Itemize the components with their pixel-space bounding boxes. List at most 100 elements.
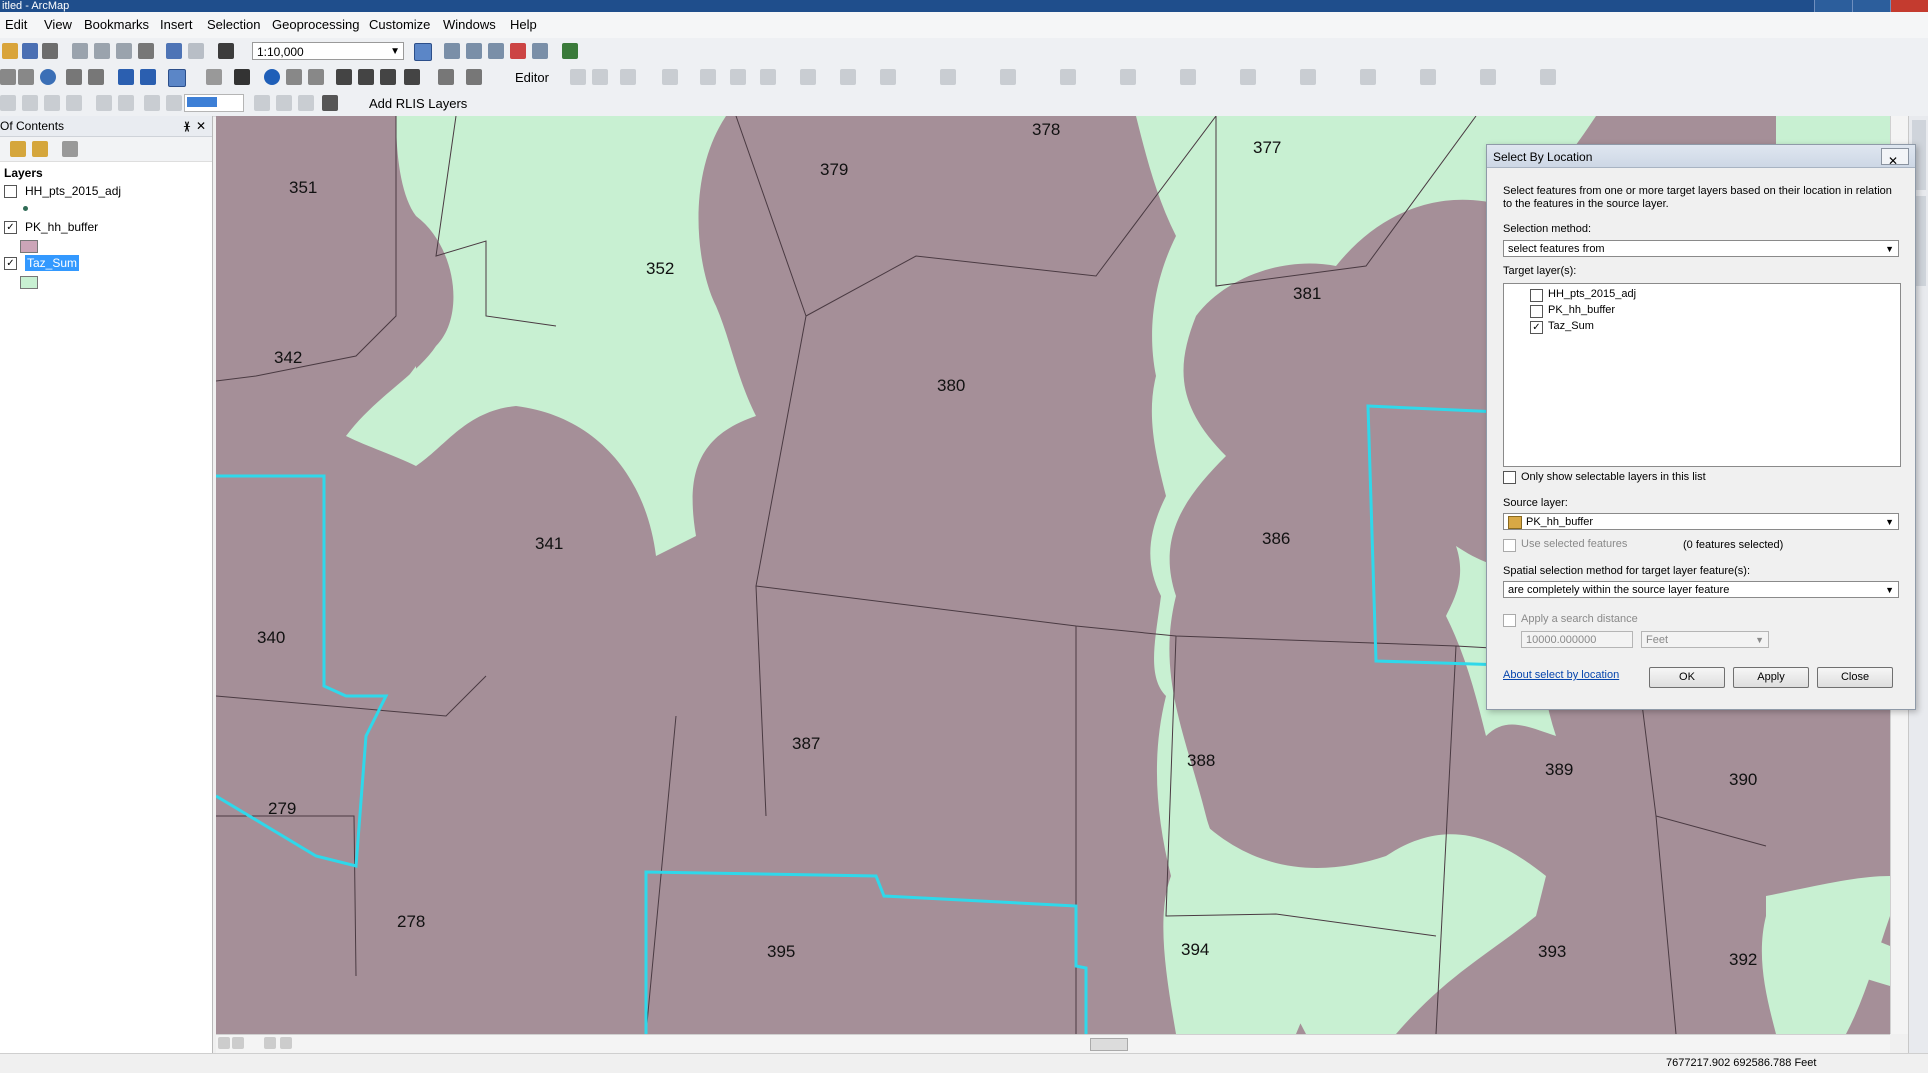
clear-selection-icon[interactable] xyxy=(206,69,222,85)
menu-view[interactable]: View xyxy=(44,17,72,32)
zoom-whole-page-icon[interactable] xyxy=(66,95,82,111)
data-view-icon[interactable] xyxy=(218,1037,230,1049)
search-window-icon[interactable] xyxy=(488,43,504,59)
paste-icon[interactable] xyxy=(116,43,132,59)
use-selected-features-checkbox[interactable] xyxy=(1503,539,1516,552)
layout-zoom-combo[interactable] xyxy=(184,94,244,112)
fixed-zoom-in-icon[interactable] xyxy=(66,69,82,85)
table-of-contents-icon[interactable] xyxy=(444,43,460,59)
advanced-editing-icon[interactable] xyxy=(1060,69,1076,85)
editor-toolbar-icon[interactable] xyxy=(414,43,432,61)
layer-visibility-checkbox[interactable]: ✓ xyxy=(4,221,17,235)
menu-insert[interactable]: Insert xyxy=(160,17,193,32)
close-icon[interactable]: ✕ xyxy=(196,116,206,136)
target-layer-checkbox[interactable] xyxy=(1530,305,1543,318)
map-horizontal-scrollbar[interactable] xyxy=(216,1034,1890,1053)
zoom-in-icon[interactable] xyxy=(0,69,16,85)
layers-group[interactable]: Layers xyxy=(4,166,43,180)
target-layers-list[interactable]: HH_pts_2015_adj PK_hh_buffer ✓ Taz_Sum xyxy=(1503,283,1901,467)
horizontal-scroll-thumb[interactable] xyxy=(1090,1038,1128,1051)
menu-help[interactable]: Help xyxy=(510,17,537,32)
layout-view-icon[interactable] xyxy=(232,1037,244,1049)
layout-zoom-out-icon[interactable] xyxy=(22,95,38,111)
model-builder-icon[interactable] xyxy=(562,43,578,59)
dialog-close-button[interactable]: ✕ xyxy=(1881,148,1909,168)
georeferencing-icon[interactable] xyxy=(1000,69,1016,85)
menu-customize[interactable]: Customize xyxy=(369,17,430,32)
edit-tool-icon[interactable] xyxy=(570,69,586,85)
redo-icon[interactable] xyxy=(188,43,204,59)
add-data-icon[interactable] xyxy=(218,43,234,59)
map-scale-combo[interactable]: 1:10,000 ▼ xyxy=(252,42,404,60)
editor-menu[interactable]: Editor xyxy=(515,70,549,85)
layer-visibility-checkbox[interactable] xyxy=(4,185,17,199)
catalog-icon[interactable] xyxy=(466,43,482,59)
network-analyst-icon[interactable] xyxy=(1300,69,1316,85)
find-route-icon[interactable] xyxy=(380,69,396,85)
straight-segment-icon[interactable] xyxy=(620,69,636,85)
pause-drawing-icon[interactable] xyxy=(280,1037,292,1049)
select-features-icon[interactable] xyxy=(168,69,186,87)
list-by-drawing-order-icon[interactable] xyxy=(10,141,26,157)
data-driven-pages-icon[interactable] xyxy=(322,95,338,111)
maximize-button[interactable] xyxy=(1852,0,1891,12)
cut-icon[interactable] xyxy=(72,43,88,59)
pan-icon[interactable] xyxy=(18,69,34,85)
fixed-zoom-icon[interactable] xyxy=(96,95,112,111)
target-layer-checkbox[interactable]: ✓ xyxy=(1530,321,1543,334)
menu-bookmarks[interactable]: Bookmarks xyxy=(84,17,149,32)
time-slider-icon[interactable] xyxy=(438,69,454,85)
cogo-icon[interactable] xyxy=(1240,69,1256,85)
menu-windows[interactable]: Windows xyxy=(443,17,496,32)
sketch-tool-icon[interactable] xyxy=(662,69,678,85)
toggle-draft-icon[interactable] xyxy=(254,95,270,111)
attributes-icon[interactable] xyxy=(800,69,816,85)
fixed-zoom-out-icon[interactable] xyxy=(88,69,104,85)
undo-icon[interactable] xyxy=(166,43,182,59)
sketch-properties-icon[interactable] xyxy=(840,69,856,85)
dialog-close-btn[interactable]: Close xyxy=(1817,667,1893,688)
select-elements-icon[interactable] xyxy=(234,69,250,85)
target-layer-checkbox[interactable] xyxy=(1530,289,1543,302)
toc-layer-taz-sum[interactable]: ✓ Taz_Sum xyxy=(4,255,80,271)
find-icon[interactable] xyxy=(358,69,374,85)
animation-icon[interactable] xyxy=(1540,69,1556,85)
source-layer-select[interactable]: PK_hh_buffer ▼ xyxy=(1503,513,1899,530)
parcel-editor-icon[interactable] xyxy=(1180,69,1196,85)
utility-network-icon[interactable] xyxy=(1420,69,1436,85)
spatial-adjustment-icon[interactable] xyxy=(1120,69,1136,85)
menu-edit[interactable]: Edit xyxy=(5,17,27,32)
pin-icon[interactable]: ᚕ xyxy=(184,116,190,136)
html-popup-icon[interactable] xyxy=(308,69,324,85)
back-extent-icon[interactable] xyxy=(118,69,134,85)
toc-layer-pk-hh-buffer[interactable]: ✓ PK_hh_buffer xyxy=(4,220,98,235)
about-select-by-location-link[interactable]: About select by location xyxy=(1503,669,1619,681)
focus-data-frame-icon[interactable] xyxy=(276,95,292,111)
hyperlink-icon[interactable] xyxy=(286,69,302,85)
copy-icon[interactable] xyxy=(94,43,110,59)
ok-button[interactable]: OK xyxy=(1649,667,1725,688)
tracking-icon[interactable] xyxy=(1360,69,1376,85)
raster-tools-icon[interactable] xyxy=(1480,69,1496,85)
split-tool-icon[interactable] xyxy=(730,69,746,85)
menu-selection[interactable]: Selection xyxy=(207,17,260,32)
list-by-source-icon[interactable] xyxy=(32,141,48,157)
zoom-100-icon[interactable] xyxy=(118,95,134,111)
topology-icon[interactable] xyxy=(940,69,956,85)
layout-pan-icon[interactable] xyxy=(44,95,60,111)
python-window-icon[interactable] xyxy=(532,43,548,59)
menu-geoprocessing[interactable]: Geoprocessing xyxy=(272,17,359,32)
identify-icon[interactable] xyxy=(264,69,280,85)
measure-icon[interactable] xyxy=(336,69,352,85)
selection-method-select[interactable]: select features from ▼ xyxy=(1503,240,1899,257)
options-icon[interactable] xyxy=(62,141,78,157)
refresh-icon[interactable] xyxy=(264,1037,276,1049)
arctoolbox-icon[interactable] xyxy=(510,43,526,59)
go-to-xy-icon[interactable] xyxy=(404,69,420,85)
rotate-tool-icon[interactable] xyxy=(760,69,776,85)
snapping-icon[interactable] xyxy=(700,69,716,85)
minimize-button[interactable] xyxy=(1814,0,1853,12)
apply-search-distance-checkbox[interactable] xyxy=(1503,614,1516,627)
add-rlis-layers-button[interactable]: Add RLIS Layers xyxy=(369,96,467,111)
delete-icon[interactable] xyxy=(138,43,154,59)
